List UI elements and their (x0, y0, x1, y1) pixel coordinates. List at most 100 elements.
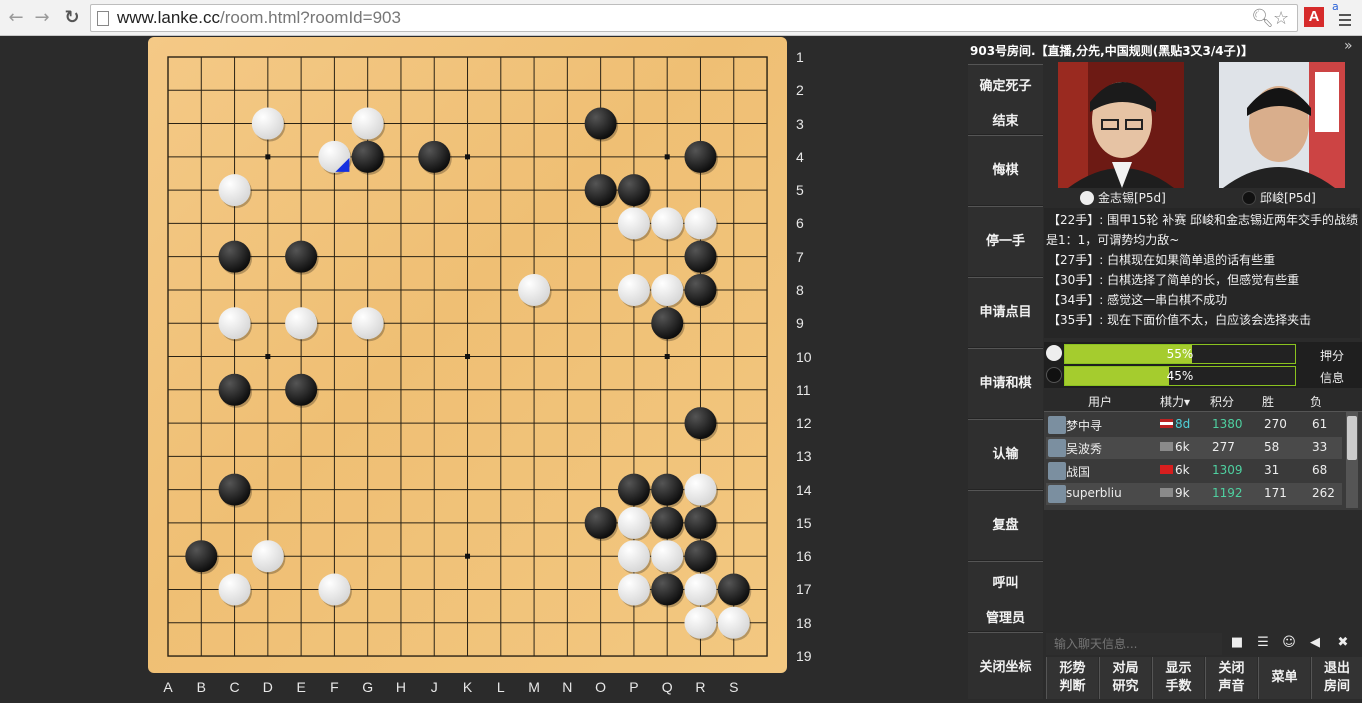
header-losses[interactable]: 负 (1310, 393, 1322, 410)
room-title: 903号房间.【直播,分先,中国规则(黑贴3又3/4子)】 (970, 44, 1254, 58)
chat-row: ■ ☰ ☺ ◀ ✖ (1044, 631, 1362, 657)
row-coordinate: 16 (796, 548, 812, 565)
white-stone (218, 573, 251, 606)
info-panel: 金志锡[P5d] 邱峻[P5d] 【22手】: 围甲15轮 补赛 邱峻和金志锡近… (1044, 58, 1362, 699)
close-coordinates-button[interactable]: 关闭坐标 (968, 632, 1043, 699)
row-coordinate: 13 (796, 448, 812, 465)
exit-room-button[interactable]: 退出 房间 (1311, 657, 1362, 699)
position-evaluation-button[interactable]: 形势 判断 (1046, 657, 1098, 699)
confirm-dead-stones-button[interactable]: 确定死子 结束 (968, 64, 1043, 134)
user-row[interactable]: 梦中寻 8d 1380 270 61 (1046, 414, 1342, 436)
black-stone (584, 107, 617, 140)
review-button[interactable]: 复盘 (968, 490, 1043, 560)
bookmark-star-icon[interactable]: ☆ (1273, 8, 1289, 29)
speech-bubble-icon[interactable]: ■ (1228, 635, 1246, 653)
header-wins[interactable]: 胜 (1262, 393, 1274, 410)
board-grid[interactable] (148, 37, 787, 673)
user-name: 梦中寻 (1066, 419, 1103, 433)
resign-button[interactable]: 认输 (968, 419, 1043, 489)
pdf-extension-icon[interactable]: A (1304, 7, 1324, 27)
user-losses: 262 (1312, 486, 1335, 500)
user-wins: 270 (1264, 417, 1287, 431)
header-score[interactable]: 积分 (1210, 393, 1234, 410)
zoom-icon[interactable]: 🔍︎ (1251, 8, 1274, 29)
user-wins: 171 (1264, 486, 1287, 500)
bet-area: 55% 45% 押分 信息 (1044, 342, 1362, 388)
row-coordinate: 14 (796, 481, 812, 498)
user-losses: 68 (1312, 463, 1328, 477)
game-study-button[interactable]: 对局 研究 (1099, 657, 1151, 699)
user-list: 用户 棋力▾ 积分 胜 负 梦中寻 8d 1380 270 61 吴波秀 6k 277 58 33… (1044, 390, 1362, 510)
user-row[interactable]: 吴波秀 6k 277 58 33 (1046, 437, 1342, 459)
black-stone (617, 473, 650, 506)
header-rank[interactable]: 棋力▾ (1160, 393, 1190, 410)
white-stone (684, 606, 717, 639)
megaphone-icon[interactable]: ◀ (1306, 635, 1324, 653)
menu-button[interactable]: 菜单 (1258, 657, 1310, 699)
user-row[interactable]: superbliu 9k 1192 171 262 (1046, 483, 1342, 505)
black-stone (684, 240, 717, 273)
column-coordinate: D (262, 679, 273, 695)
column-coordinate: S (729, 679, 739, 695)
chat-input[interactable] (1046, 633, 1222, 655)
white-stone (218, 307, 251, 340)
black-stone (285, 240, 318, 273)
undo-button[interactable]: 悔棋 (968, 135, 1043, 205)
request-draw-button[interactable]: 申请和棋 (968, 348, 1043, 418)
white-stone (617, 573, 650, 606)
url-text[interactable]: www.lanke.cc/room.html?roomId=903 (117, 8, 401, 28)
black-stone (584, 174, 617, 207)
comment-line: 【22手】: 围甲15轮 补赛 邱峻和金志锡近两年交手的战绩 (1048, 213, 1359, 227)
us-flag-icon (1160, 419, 1173, 428)
browser-menu-icon[interactable]: a (1330, 0, 1354, 32)
scroll-thumb[interactable] (1347, 416, 1357, 460)
white-stone (684, 473, 717, 506)
black-stone-icon (1242, 191, 1256, 205)
user-row[interactable]: 战国 6k 1309 31 68 (1046, 460, 1342, 482)
column-coordinate: J (430, 679, 438, 695)
black-stone (684, 273, 717, 306)
mute-sound-button[interactable]: 关闭 声音 (1205, 657, 1257, 699)
request-count-button[interactable]: 申请点目 (968, 277, 1043, 347)
row-coordinate: 12 (796, 415, 812, 432)
collapse-panel-icon[interactable]: » (1344, 38, 1353, 54)
column-coordinate: R (695, 679, 706, 695)
pass-button[interactable]: 停一手 (968, 206, 1043, 276)
info-button[interactable]: 信息 (1320, 369, 1344, 386)
user-wins: 31 (1264, 463, 1280, 477)
black-stone (684, 540, 717, 573)
user-avatar (1048, 485, 1066, 503)
white-stone (318, 573, 351, 606)
back-button[interactable]: ← (4, 6, 28, 30)
user-name: 吴波秀 (1066, 442, 1103, 456)
row-coordinate: 8 (796, 281, 804, 298)
trash-icon[interactable]: ✖ (1334, 635, 1352, 653)
row-coordinate: 11 (796, 381, 811, 398)
address-bar[interactable]: www.lanke.cc/room.html?roomId=903 🔍︎ ☆ (90, 4, 1298, 32)
black-stone (651, 307, 684, 340)
white-stone (684, 573, 717, 606)
white-win-bar: 55% (1064, 344, 1296, 364)
header-user[interactable]: 用户 (1088, 393, 1112, 410)
black-stone (684, 506, 717, 539)
show-move-numbers-button[interactable]: 显示 手数 (1152, 657, 1204, 699)
smiley-icon[interactable]: ☺ (1280, 635, 1298, 653)
black-stone (185, 540, 218, 573)
bet-button[interactable]: 押分 (1320, 347, 1344, 364)
call-admin-button[interactable]: 呼叫 管理员 (968, 561, 1043, 631)
white-stone (351, 107, 384, 140)
black-stone (584, 506, 617, 539)
list-icon[interactable]: ☰ (1254, 635, 1272, 653)
white-stone (285, 307, 318, 340)
forward-button[interactable]: → (30, 6, 54, 30)
star-point (465, 553, 471, 559)
reload-button[interactable]: ↻ (60, 6, 84, 30)
row-coordinate: 2 (796, 82, 804, 99)
user-rank: 6k (1160, 463, 1190, 477)
white-player-name: 金志锡[P5d] (1080, 189, 1166, 206)
user-losses: 33 (1312, 440, 1328, 454)
column-coordinate: F (330, 679, 339, 695)
go-board[interactable] (148, 37, 787, 673)
user-list-scrollbar[interactable] (1346, 412, 1358, 508)
column-coordinate: H (395, 679, 407, 695)
